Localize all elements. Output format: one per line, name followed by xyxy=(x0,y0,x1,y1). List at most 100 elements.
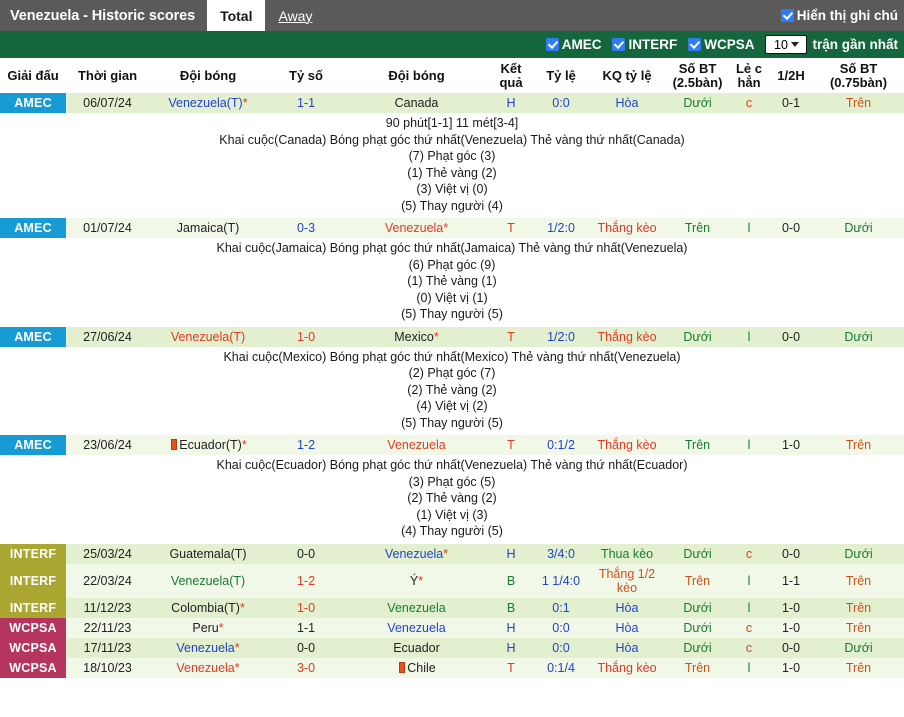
away-team-cell[interactable]: Mexico* xyxy=(345,326,488,347)
match-count-select[interactable]: 10 xyxy=(765,35,808,54)
tab-away[interactable]: Away xyxy=(265,0,325,31)
league-badge[interactable]: INTERF xyxy=(0,563,66,598)
score-cell[interactable]: 1-1 xyxy=(267,93,345,113)
home-team-cell[interactable]: Peru* xyxy=(149,617,267,638)
team-name[interactable]: Canada xyxy=(395,96,439,110)
league-badge[interactable]: AMEC xyxy=(0,93,66,113)
table-row[interactable]: WCPSA 22/11/23 Peru* 1-1 Venezuela H 0:0 Hòa Dướ… xyxy=(0,617,904,638)
checkbox-interf-icon[interactable] xyxy=(612,38,626,51)
score-cell[interactable]: 1-0 xyxy=(267,597,345,618)
col-header-away[interactable]: Đội bóng xyxy=(345,58,488,93)
home-team-cell[interactable]: Jamaica(T) xyxy=(149,218,267,238)
checkbox-wcpsa-icon[interactable] xyxy=(688,38,702,51)
home-team-cell[interactable]: Venezuela* xyxy=(149,637,267,658)
away-team-cell[interactable]: Canada xyxy=(345,93,488,113)
show-notes-checkbox[interactable] xyxy=(780,9,794,22)
team-name[interactable]: Venezuela xyxy=(176,641,234,655)
score-cell[interactable]: 1-2 xyxy=(267,563,345,598)
col-header-time[interactable]: Thời gian xyxy=(66,58,149,93)
league-badge[interactable]: WCPSA xyxy=(0,617,66,638)
team-name[interactable]: Venezuela xyxy=(385,547,443,561)
home-team-cell[interactable]: Colombia(T)* xyxy=(149,597,267,618)
away-team-cell[interactable]: Venezuela xyxy=(345,597,488,618)
table-row[interactable]: INTERF 11/12/23 Colombia(T)* 1-0 Venezuela B 0… xyxy=(0,597,904,618)
col-header-score[interactable]: Tỷ số xyxy=(267,58,345,93)
away-team-cell[interactable]: Venezuela xyxy=(345,617,488,638)
team-name[interactable]: Ecuador xyxy=(393,641,440,655)
col-header-halftime[interactable]: 1/2H xyxy=(769,58,813,93)
home-team-cell[interactable]: Venezuela(T) xyxy=(149,326,267,347)
col-header-league[interactable]: Giải đấu xyxy=(0,58,66,93)
league-badge[interactable]: INTERF xyxy=(0,543,66,564)
team-name[interactable]: Chile xyxy=(407,661,436,675)
team-name[interactable]: Venezuela xyxy=(385,221,443,235)
col-header-result[interactable]: Kết quả xyxy=(488,58,534,93)
show-notes-toggle[interactable]: Hiển thị ghi chú xyxy=(780,0,898,31)
filter-wcpsa[interactable]: WCPSA xyxy=(688,37,754,52)
away-team-cell[interactable]: Ecuador xyxy=(345,637,488,658)
score-cell[interactable]: 1-0 xyxy=(267,326,345,347)
league-badge[interactable]: AMEC xyxy=(0,218,66,238)
team-name[interactable]: Peru xyxy=(192,621,218,635)
table-row[interactable]: AMEC 27/06/24 Venezuela(T) 1-0 Mexico* T 1/2:0… xyxy=(0,326,904,347)
league-badge[interactable]: WCPSA xyxy=(0,637,66,658)
score-cell[interactable]: 1-1 xyxy=(267,617,345,638)
home-team-cell[interactable]: Venezuela(T)* xyxy=(149,93,267,113)
col-header-home[interactable]: Đội bóng xyxy=(149,58,267,93)
team-name[interactable]: Venezuela(T) xyxy=(171,574,245,588)
team-name[interactable]: Venezuela xyxy=(387,621,445,635)
away-team-cell[interactable]: Ý* xyxy=(345,563,488,598)
score-cell[interactable]: 3-0 xyxy=(267,657,345,678)
score-cell[interactable]: 1-2 xyxy=(267,435,345,455)
table-row[interactable]: INTERF 25/03/24 Guatemala(T) 0-0 Venezuela* H… xyxy=(0,543,904,564)
team-name[interactable]: Venezuela xyxy=(176,661,234,675)
team-name[interactable]: Mexico xyxy=(394,330,434,344)
filter-interf[interactable]: INTERF xyxy=(612,37,677,52)
checkbox-amec-icon[interactable] xyxy=(545,38,559,51)
team-name[interactable]: Venezuela xyxy=(387,601,445,615)
score-cell[interactable]: 0-0 xyxy=(267,637,345,658)
tab-total[interactable]: Total xyxy=(207,0,266,31)
team-name[interactable]: Venezuela(T) xyxy=(171,330,245,344)
table-row[interactable]: AMEC 06/07/24 Venezuela(T)* 1-1 Canada H 0:0 Hò… xyxy=(0,93,904,113)
home-team-cell[interactable]: Guatemala(T) xyxy=(149,543,267,564)
table-row[interactable]: AMEC 01/07/24 Jamaica(T) 0-3 Venezuela* T 1/2:… xyxy=(0,218,904,238)
table-row[interactable]: WCPSA 17/11/23 Venezuela* 0-0 Ecuador H 0:0 Hòa… xyxy=(0,637,904,658)
odds-cell: 0:1/4 xyxy=(534,657,588,678)
detail-line-3: (7) Phạt góc (3) xyxy=(408,149,496,163)
away-team-cell[interactable]: Venezuela* xyxy=(345,543,488,564)
league-badge[interactable]: WCPSA xyxy=(0,657,66,678)
league-badge[interactable]: INTERF xyxy=(0,597,66,618)
home-team-cell[interactable]: Venezuela* xyxy=(149,657,267,678)
table-row[interactable]: AMEC 23/06/24 Ecuador(T)* 1-2 Venezuela T 0:1/… xyxy=(0,435,904,455)
detail-line-6: (5) Thay người (5) xyxy=(401,415,503,430)
col-header-odds-result[interactable]: KQ tỷ lệ xyxy=(588,58,666,93)
col-header-ou25[interactable]: Số BT (2.5bàn) xyxy=(666,58,729,93)
match-date: 23/06/24 xyxy=(66,435,149,455)
team-name[interactable]: Venezuela xyxy=(387,438,445,452)
table-row[interactable]: WCPSA 18/10/23 Venezuela* 3-0 Chile T 0:1/4 Thắ… xyxy=(0,657,904,678)
league-badge[interactable]: AMEC xyxy=(0,435,66,455)
filter-amec[interactable]: AMEC xyxy=(545,37,601,52)
score-cell[interactable]: 0-3 xyxy=(267,218,345,238)
away-team-cell[interactable]: Venezuela* xyxy=(345,218,488,238)
home-team-cell[interactable]: Venezuela(T) xyxy=(149,563,267,598)
half-time-cell: 1-0 xyxy=(769,657,813,678)
team-name[interactable]: Venezuela(T) xyxy=(168,96,242,110)
away-team-cell[interactable]: Chile xyxy=(345,657,488,678)
col-header-ou075[interactable]: Số BT (0.75bàn) xyxy=(813,58,904,93)
team-name[interactable]: Ý xyxy=(410,574,418,588)
odds-cell: 0:1 xyxy=(534,597,588,618)
team-name[interactable]: Ecuador(T) xyxy=(179,438,242,452)
match-count-value: 10 xyxy=(774,37,788,52)
home-team-cell[interactable]: Ecuador(T)* xyxy=(149,435,267,455)
team-name[interactable]: Colombia(T) xyxy=(171,601,240,615)
away-team-cell[interactable]: Venezuela xyxy=(345,435,488,455)
table-row[interactable]: INTERF 22/03/24 Venezuela(T) 1-2 Ý* B 1 1/4:0 T… xyxy=(0,563,904,598)
team-name[interactable]: Jamaica(T) xyxy=(177,221,240,235)
col-header-oddeven[interactable]: Lẻ c hẳn xyxy=(729,58,769,93)
col-header-odds[interactable]: Tỷ lệ xyxy=(534,58,588,93)
score-cell[interactable]: 0-0 xyxy=(267,543,345,564)
team-name[interactable]: Guatemala(T) xyxy=(169,547,246,561)
league-badge[interactable]: AMEC xyxy=(0,326,66,347)
